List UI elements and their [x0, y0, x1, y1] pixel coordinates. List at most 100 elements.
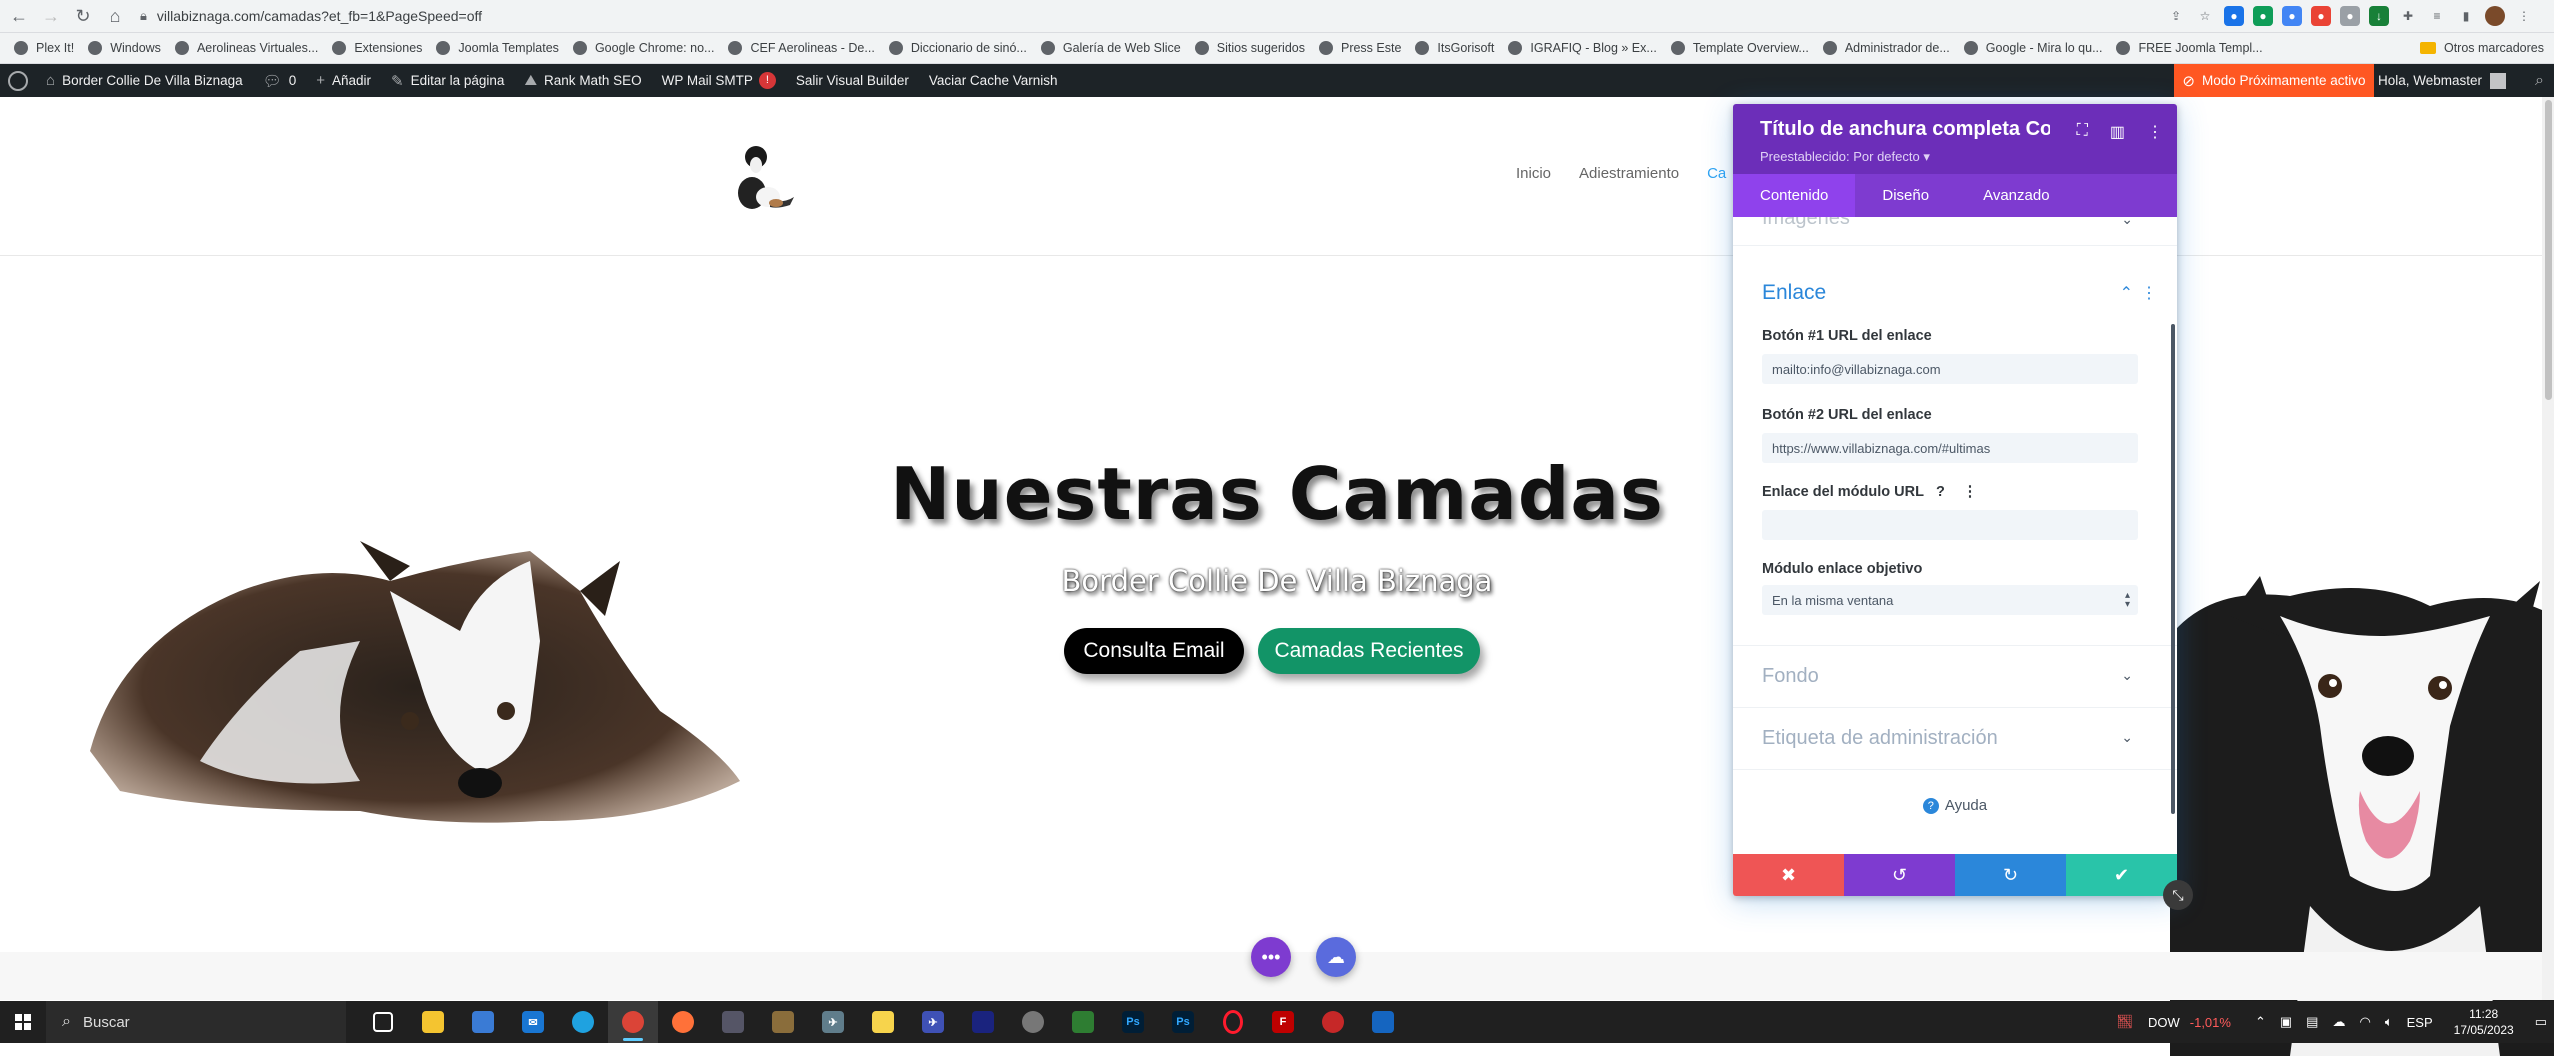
bookmark-item[interactable]: Diccionario de sinó...: [888, 41, 1027, 55]
stock-change[interactable]: -1,01%: [2190, 1015, 2231, 1030]
kebab-menu-icon[interactable]: ⋮: [2147, 122, 2163, 142]
app-icon[interactable]: [958, 1001, 1008, 1043]
modal-scrollbar[interactable]: [2171, 324, 2175, 814]
nav-item-adiestramiento[interactable]: Adiestramiento: [1579, 165, 1679, 182]
coming-soon-mode[interactable]: ⊘ Modo Próximamente activo: [2174, 64, 2374, 97]
star-icon[interactable]: ☆: [2195, 6, 2215, 26]
bookmark-item[interactable]: CEF Aerolineas - De...: [728, 41, 875, 55]
menu-icon[interactable]: ⋮: [2514, 6, 2534, 26]
resize-handle-icon[interactable]: ⤡: [2163, 880, 2193, 910]
exit-builder-link[interactable]: Salir Visual Builder: [786, 64, 919, 97]
chevron-up-icon[interactable]: ⌃: [2120, 283, 2133, 303]
search-icon[interactable]: ⌕: [2535, 64, 2544, 97]
sidepanel-icon[interactable]: ▮: [2456, 6, 2476, 26]
cancel-button[interactable]: ✖: [1733, 854, 1844, 896]
page-settings-button[interactable]: ☁: [1316, 937, 1356, 977]
clear-cache-link[interactable]: Vaciar Cache Varnish: [919, 64, 1068, 97]
start-button[interactable]: [0, 1001, 46, 1043]
section-imagenes[interactable]: Imágenes: [1762, 217, 1850, 230]
comments-link[interactable]: 💬︎ 0: [253, 64, 307, 97]
tab-contenido[interactable]: Contenido: [1733, 174, 1856, 217]
share-icon[interactable]: ⇪: [2166, 6, 2186, 26]
stock-chart-icon[interactable]: 📉︎: [2116, 1014, 2133, 1030]
modal-header[interactable]: Título de anchura completa Con... Preest…: [1733, 104, 2177, 174]
extension-icon[interactable]: ●: [2224, 6, 2244, 26]
puzzle-icon[interactable]: ✚: [2398, 6, 2418, 26]
help-link[interactable]: ? Ayuda: [1733, 797, 2177, 815]
filezilla-icon[interactable]: F: [1258, 1001, 1308, 1043]
undo-button[interactable]: ↺: [1844, 854, 1955, 896]
app-icon[interactable]: [1358, 1001, 1408, 1043]
save-button[interactable]: ✔: [2066, 854, 2177, 896]
wordpress-icon[interactable]: [8, 70, 28, 91]
reload-icon[interactable]: ↻: [70, 3, 96, 29]
language-indicator[interactable]: ESP: [2407, 1015, 2433, 1030]
redo-button[interactable]: ↻: [1955, 854, 2066, 896]
extension-icon[interactable]: ●: [2282, 6, 2302, 26]
page-scrollbar-thumb[interactable]: [2545, 100, 2552, 400]
mail-icon[interactable]: ✉: [508, 1001, 558, 1043]
other-bookmarks[interactable]: Otros marcadores: [2419, 33, 2544, 63]
notifications-icon[interactable]: ▭: [2535, 1014, 2547, 1030]
link-target-select[interactable]: En la misma ventana ▴ ▾: [1762, 585, 2138, 615]
nav-item-inicio[interactable]: Inicio: [1516, 165, 1551, 182]
firefox-icon[interactable]: [658, 1001, 708, 1043]
profile-avatar[interactable]: [2485, 6, 2505, 26]
bookmark-item[interactable]: FREE Joomla Templ...: [2116, 41, 2263, 55]
rank-math-link[interactable]: ⛰ Rank Math SEO: [514, 64, 651, 97]
recent-litters-button[interactable]: Camadas Recientes: [1258, 628, 1480, 674]
reading-list-icon[interactable]: ≡: [2427, 6, 2447, 26]
chevron-down-icon[interactable]: ⌄: [2121, 729, 2133, 746]
bookmark-item[interactable]: Extensiones: [332, 41, 422, 55]
site-logo[interactable]: [730, 131, 800, 215]
file-explorer-icon[interactable]: [408, 1001, 458, 1043]
back-icon[interactable]: ←: [6, 3, 32, 29]
chevron-down-icon[interactable]: ⌄: [2121, 667, 2133, 684]
columns-icon[interactable]: ▥: [2110, 122, 2125, 142]
home-icon[interactable]: ⌂: [102, 3, 128, 29]
bookmark-item[interactable]: Joomla Templates: [436, 41, 559, 55]
photoshop-icon[interactable]: Ps: [1158, 1001, 1208, 1043]
wifi-icon[interactable]: ◠: [2359, 1014, 2370, 1030]
edge-icon[interactable]: [558, 1001, 608, 1043]
stock-name[interactable]: DOW: [2148, 1015, 2180, 1030]
bookmark-item[interactable]: Sitios sugeridos: [1194, 41, 1305, 55]
bookmark-item[interactable]: Administrador de...: [1822, 41, 1950, 55]
chevron-up-icon[interactable]: ⌃: [2255, 1014, 2266, 1030]
add-new-link[interactable]: + Añadir: [306, 64, 381, 97]
address-bar[interactable]: 🔒︎ villabiznaga.com/camadas?et_fb=1&Page…: [140, 4, 2140, 28]
bookmark-item[interactable]: Galería de Web Slice: [1040, 41, 1181, 55]
more-options-button[interactable]: •••: [1251, 937, 1291, 977]
clock[interactable]: 11:28 17/05/2023: [2454, 1006, 2514, 1038]
app-icon[interactable]: ✈: [908, 1001, 958, 1043]
bookmark-item[interactable]: Google Chrome: no...: [572, 41, 714, 55]
field-kebab-icon[interactable]: ⋮: [1963, 484, 1978, 500]
bookmark-item[interactable]: Google - Mira lo qu...: [1963, 41, 2102, 55]
account-menu[interactable]: Hola, Webmaster: [2378, 64, 2507, 97]
url-text[interactable]: villabiznaga.com/camadas?et_fb=1&PageSpe…: [157, 8, 482, 24]
app-icon[interactable]: [708, 1001, 758, 1043]
help-icon[interactable]: ?: [1936, 484, 1945, 500]
app-icon[interactable]: [1308, 1001, 1358, 1043]
bookmark-item[interactable]: ItsGorisoft: [1415, 41, 1494, 55]
section-kebab-icon[interactable]: ⋮: [2141, 283, 2157, 303]
tray-app-icon[interactable]: ▣: [2280, 1014, 2292, 1030]
app-icon[interactable]: [1058, 1001, 1108, 1043]
task-view-icon[interactable]: [358, 1001, 408, 1043]
tab-diseno[interactable]: Diseño: [1855, 174, 1956, 217]
bookmark-item[interactable]: Plex It!: [14, 41, 74, 55]
module-url-input[interactable]: [1762, 510, 2138, 540]
download-icon[interactable]: ↓: [2369, 6, 2389, 26]
fullscreen-icon[interactable]: ⛶: [2077, 122, 2088, 142]
wp-mail-link[interactable]: WP Mail SMTP!: [652, 64, 786, 97]
chevron-down-icon[interactable]: ⌄: [2121, 217, 2133, 228]
bookmark-item[interactable]: Template Overview...: [1670, 41, 1809, 55]
app-icon[interactable]: [758, 1001, 808, 1043]
section-fondo[interactable]: Fondo: [1762, 665, 1819, 688]
edit-page-link[interactable]: ✎ Editar la página: [381, 64, 514, 97]
site-name-link[interactable]: ⌂ Border Collie De Villa Biznaga: [36, 64, 253, 97]
tray-app-icon[interactable]: ▤: [2306, 1014, 2318, 1030]
plane-icon[interactable]: ✈: [808, 1001, 858, 1043]
forward-icon[interactable]: →: [38, 3, 64, 29]
tab-avanzado[interactable]: Avanzado: [1956, 174, 2076, 217]
